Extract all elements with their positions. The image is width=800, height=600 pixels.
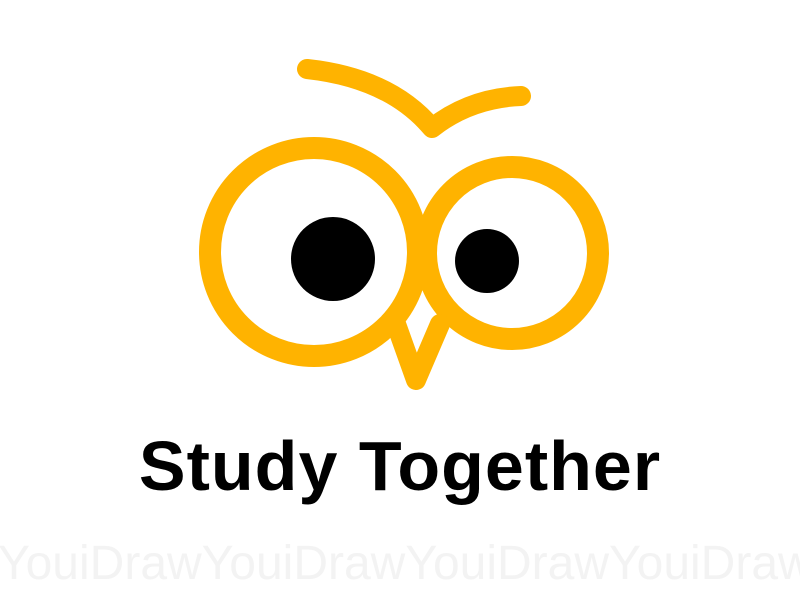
- owl-beak-icon: [386, 314, 450, 390]
- watermark-text: YouiDrawYouiDrawYouiDrawYouiDraw: [0, 537, 800, 590]
- logo-canvas: Study Together YouiDrawYouiDrawYouiDrawY…: [0, 0, 800, 600]
- owl-brow-icon: [297, 59, 531, 138]
- owl-right-pupil-icon: [455, 229, 519, 293]
- owl-left-pupil-icon: [291, 217, 375, 301]
- owl-outline: [199, 59, 609, 390]
- logo-wordmark: Study Together: [138, 427, 662, 505]
- owl-face-icon: [199, 59, 609, 390]
